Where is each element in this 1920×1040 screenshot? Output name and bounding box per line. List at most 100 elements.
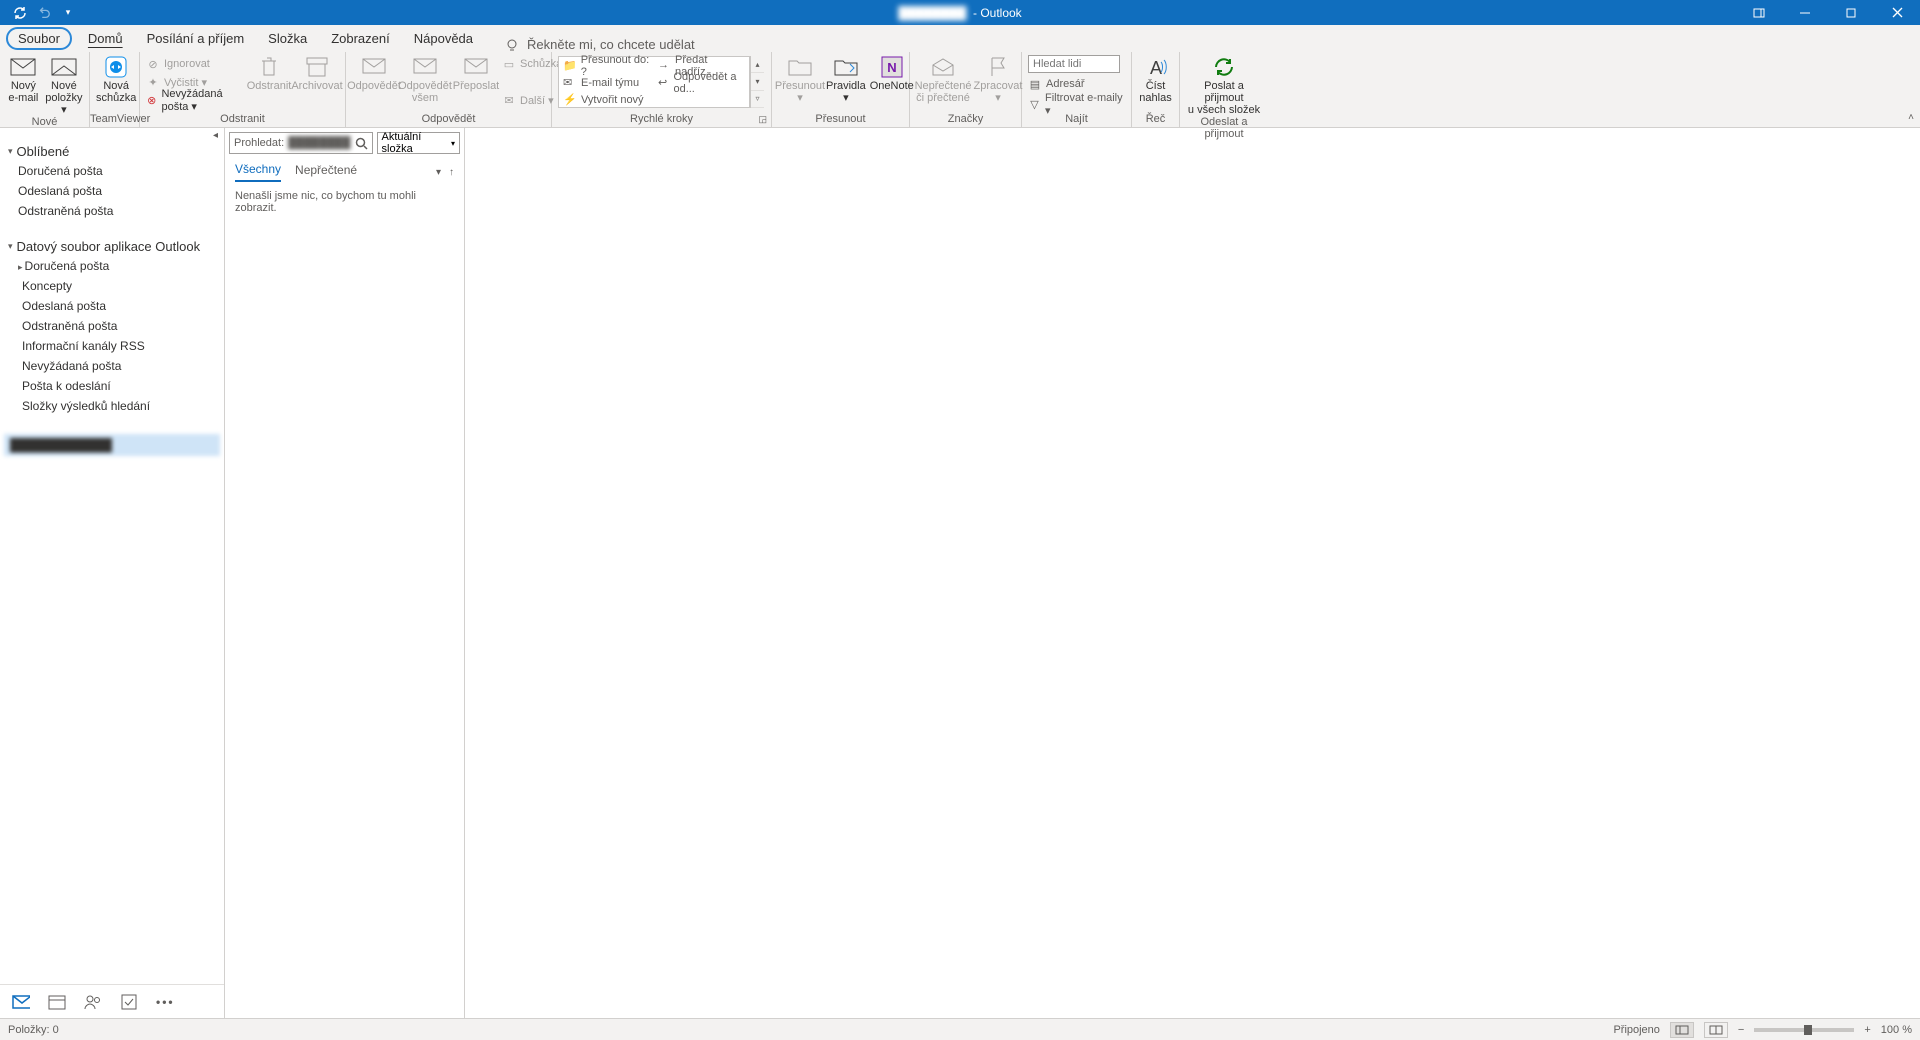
view-normal-icon[interactable]	[1670, 1022, 1694, 1038]
svg-text:N: N	[887, 60, 896, 75]
nav-bar: •••	[0, 984, 224, 1018]
mail-new-icon	[50, 56, 78, 78]
mail-nav-icon[interactable]	[12, 993, 30, 1011]
move-button[interactable]: Přesunout▾	[778, 54, 822, 104]
status-bar: Položky: 0 Připojeno − + 100 %	[0, 1018, 1920, 1040]
filter-unread[interactable]: Nepřečtené	[295, 163, 357, 181]
search-people-input[interactable]	[1028, 55, 1120, 73]
message-list-pane: Prohledat: ████████ Aktuální složka▾ Vše…	[225, 128, 465, 1018]
tab-send-receive[interactable]: Posílání a příjem	[135, 27, 257, 52]
calendar-nav-icon[interactable]	[48, 993, 66, 1011]
status-connection: Připojeno	[1613, 1024, 1659, 1036]
folder-sent[interactable]: Odeslaná pošta	[0, 296, 224, 316]
favorites-header[interactable]: ▾Oblíbené	[0, 142, 224, 161]
folder-outbox[interactable]: Pošta k odeslání	[0, 376, 224, 396]
group-delete-label: Odstranit	[140, 113, 345, 127]
gallery-expand-icon[interactable]: ▿	[751, 91, 764, 108]
ignore-icon: ⊘	[146, 57, 160, 71]
reply-icon	[360, 56, 388, 78]
scroll-down-icon[interactable]: ▾	[751, 73, 764, 90]
rules-button[interactable]: Pravidla▾	[826, 54, 866, 104]
qat-customize-icon[interactable]: ▾	[60, 5, 76, 21]
tab-folder[interactable]: Složka	[256, 27, 319, 52]
delete-button[interactable]: Odstranit	[247, 54, 291, 92]
scroll-up-icon[interactable]: ▴	[751, 56, 764, 73]
sync-icon[interactable]	[12, 5, 28, 21]
group-tags: Nepřečtené či přečtené Zpracovat▾ Značky	[910, 52, 1022, 127]
tell-me-label: Řekněte mi, co chcete udělat	[527, 37, 695, 52]
unread-read-button[interactable]: Nepřečtené či přečtené	[916, 54, 970, 104]
forward-button[interactable]: Přeposlat	[454, 54, 498, 92]
group-speech-label: Řeč	[1132, 113, 1179, 127]
ignore-button[interactable]: ⊘Ignorovat	[146, 55, 243, 73]
dialog-launcher-icon[interactable]: ◲	[758, 114, 767, 125]
new-email-button[interactable]: Nový e-mail	[6, 54, 41, 104]
folder-inbox-fav[interactable]: Doručená pošta	[0, 161, 224, 181]
account-node[interactable]: ████████████	[4, 434, 220, 456]
search-scope-dropdown[interactable]: Aktuální složka▾	[377, 132, 460, 154]
sort-ascending-icon[interactable]: ↑	[449, 167, 454, 178]
tasks-nav-icon[interactable]	[120, 993, 138, 1011]
teamviewer-meeting-button[interactable]: Nová schůzka	[96, 54, 136, 104]
folder-sent-fav[interactable]: Odeslaná pošta	[0, 181, 224, 201]
minimize-button[interactable]	[1782, 0, 1828, 25]
quick-steps-gallery[interactable]: 📁Přesunout do: ? ✉E-mail týmu ⚡Vytvořit …	[558, 56, 750, 108]
address-book-button[interactable]: ▤Adresář	[1028, 75, 1125, 93]
folder-junk[interactable]: Nevyžádaná pošta	[0, 356, 224, 376]
collapse-ribbon-icon[interactable]: ˄	[1908, 112, 1914, 123]
lightbulb-icon	[505, 38, 519, 52]
message-filter-row: Všechny Nepřečtené ▾ ↑	[225, 158, 464, 182]
group-new: Nový e-mail Nové položky ▾ Nové	[0, 52, 90, 127]
tell-me-search[interactable]: Řekněte mi, co chcete udělat	[505, 37, 695, 52]
empty-list-message: Nenašli jsme nic, co bychom tu mohli zob…	[225, 182, 464, 222]
tab-help[interactable]: Nápověda	[402, 27, 485, 52]
folder-deleted-fav[interactable]: Odstraněná pošta	[0, 201, 224, 221]
status-item-count: Položky: 0	[8, 1024, 59, 1036]
maximize-button[interactable]	[1828, 0, 1874, 25]
search-current-folder[interactable]: Prohledat: ████████	[229, 132, 373, 154]
onenote-button[interactable]: N OneNote	[870, 54, 914, 92]
nav-more-icon[interactable]: •••	[156, 995, 175, 1009]
group-quicksteps-label: Rychlé kroky◲	[552, 113, 771, 127]
collapse-folder-pane-icon[interactable]: ◂	[213, 130, 218, 141]
folder-search[interactable]: Složky výsledků hledání	[0, 396, 224, 416]
junk-button[interactable]: ⊗Nevyžádaná pošta ▾	[146, 91, 243, 109]
sort-dropdown-icon[interactable]: ▾	[436, 167, 441, 178]
undo-icon[interactable]	[36, 5, 52, 21]
filter-all[interactable]: Všechny	[235, 162, 281, 182]
read-aloud-button[interactable]: A Číst nahlas	[1138, 54, 1173, 104]
people-nav-icon[interactable]	[84, 993, 102, 1011]
quick-access-toolbar: ▾	[0, 5, 76, 21]
reading-pane	[465, 128, 1920, 1018]
chevron-down-icon: ▾	[8, 241, 13, 252]
send-receive-all-button[interactable]: Poslat a přijmout u všech složek	[1186, 54, 1262, 116]
folder-rss[interactable]: Informační kanály RSS	[0, 336, 224, 356]
zoom-in-icon[interactable]: +	[1864, 1024, 1870, 1036]
tab-view[interactable]: Zobrazení	[319, 27, 402, 52]
archive-button[interactable]: Archivovat	[295, 54, 339, 92]
group-teamviewer: Nová schůzka TeamViewer	[90, 52, 140, 127]
tab-file[interactable]: Soubor	[6, 27, 72, 50]
teamviewer-icon	[102, 56, 130, 78]
zoom-slider[interactable]	[1754, 1028, 1854, 1032]
search-icon[interactable]	[355, 137, 368, 150]
view-reading-icon[interactable]	[1704, 1022, 1728, 1038]
tab-home[interactable]: Domů	[76, 27, 135, 52]
folder-drafts[interactable]: Koncepty	[0, 276, 224, 296]
folder-deleted[interactable]: Odstraněná pošta	[0, 316, 224, 336]
archive-icon	[303, 56, 331, 78]
ribbon-display-options-icon[interactable]	[1736, 0, 1782, 25]
reply-all-button[interactable]: Odpovědět všem	[400, 54, 450, 104]
close-button[interactable]	[1874, 0, 1920, 25]
zoom-out-icon[interactable]: −	[1738, 1024, 1744, 1036]
folder-inbox[interactable]: ▸Doručená pošta	[0, 256, 224, 276]
group-respond-label: Odpovědět	[346, 113, 551, 127]
datafile-header[interactable]: ▾Datový soubor aplikace Outlook	[0, 237, 224, 256]
reply-button[interactable]: Odpovědět	[352, 54, 396, 92]
new-items-button[interactable]: Nové položky ▾	[45, 54, 83, 116]
calendar-icon: ▭	[502, 57, 516, 71]
filter-email-button[interactable]: ▽Filtrovat e-maily ▾	[1028, 95, 1125, 113]
quick-steps-scroll[interactable]: ▴ ▾ ▿	[750, 56, 764, 108]
zoom-level[interactable]: 100 %	[1881, 1024, 1912, 1036]
categorize-button[interactable]: Zpracovat▾	[974, 54, 1022, 104]
